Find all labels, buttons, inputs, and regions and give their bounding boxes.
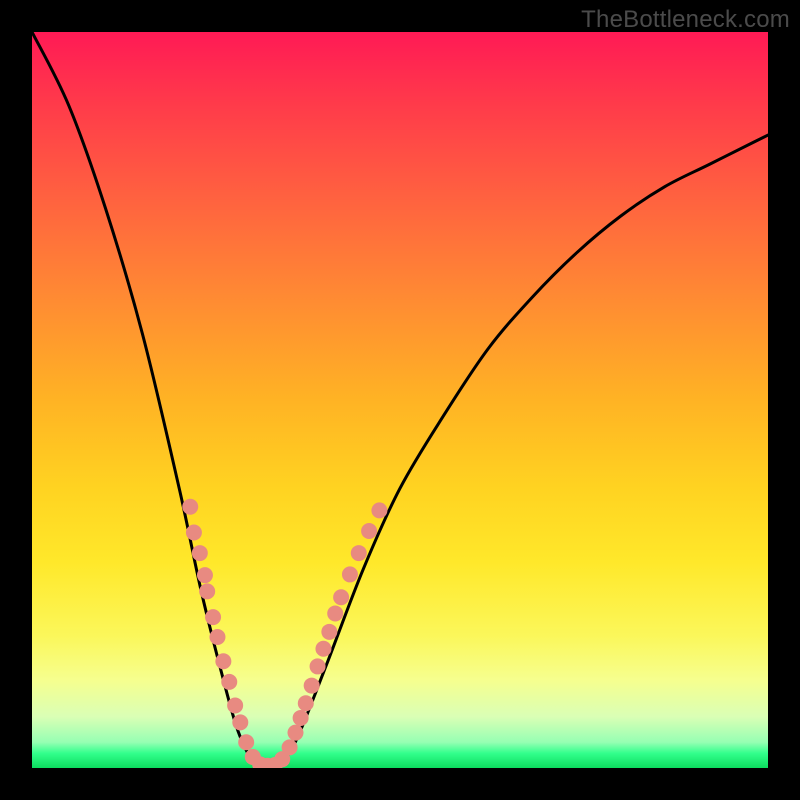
- overlay-dot: [238, 734, 254, 750]
- overlay-dot: [342, 566, 358, 582]
- overlay-dots: [182, 499, 387, 768]
- overlay-dot: [287, 725, 303, 741]
- chart-frame: TheBottleneck.com: [0, 0, 800, 800]
- overlay-dot: [298, 695, 314, 711]
- overlay-dot: [321, 624, 337, 640]
- overlay-dot: [215, 653, 231, 669]
- overlay-dot: [182, 499, 198, 515]
- overlay-dot: [371, 502, 387, 518]
- chart-svg: [32, 32, 768, 768]
- overlay-dot: [282, 739, 298, 755]
- overlay-dot: [304, 678, 320, 694]
- overlay-dot: [209, 629, 225, 645]
- bottleneck-curve: [32, 32, 768, 768]
- overlay-dot: [232, 714, 248, 730]
- overlay-dot: [310, 658, 326, 674]
- curve-path: [32, 32, 768, 768]
- plot-area: [32, 32, 768, 768]
- overlay-dot: [197, 567, 213, 583]
- overlay-dot: [192, 545, 208, 561]
- overlay-dot: [293, 710, 309, 726]
- overlay-dot: [315, 641, 331, 657]
- overlay-dot: [327, 605, 343, 621]
- overlay-dot: [351, 545, 367, 561]
- overlay-dot: [221, 674, 237, 690]
- overlay-dot: [227, 697, 243, 713]
- overlay-dot: [361, 523, 377, 539]
- overlay-dot: [333, 589, 349, 605]
- overlay-dot: [186, 524, 202, 540]
- overlay-dot: [199, 583, 215, 599]
- overlay-dot: [205, 609, 221, 625]
- watermark-text: TheBottleneck.com: [581, 6, 790, 34]
